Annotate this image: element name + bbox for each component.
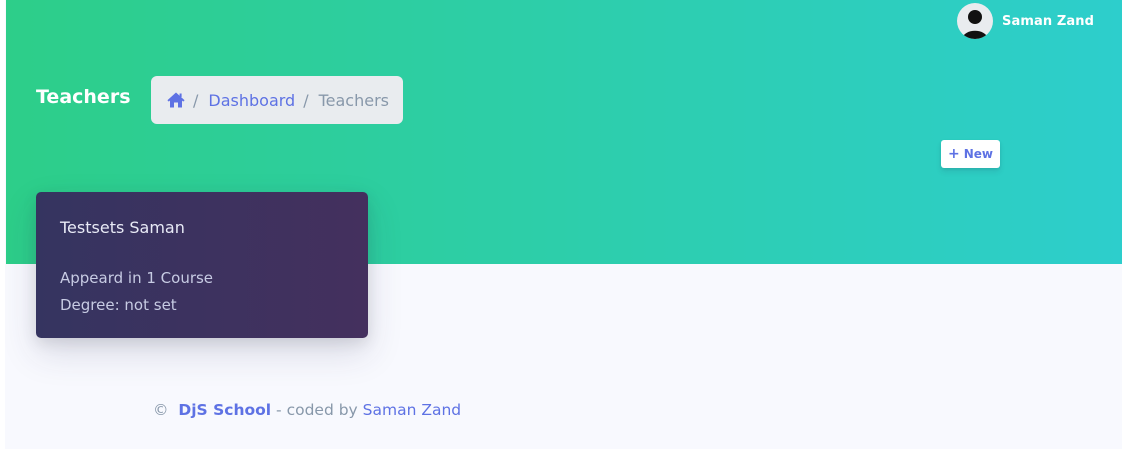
page-title: Teachers [36,86,131,108]
plus-icon: + [947,146,960,162]
avatar[interactable] [957,3,993,39]
breadcrumb-separator: / [303,90,309,110]
footer-brand-link[interactable]: DjS School [178,401,271,419]
app-container: Saman Zand Teachers / Dashboard / Teache… [5,0,1122,449]
breadcrumb-current: Teachers [318,90,389,110]
footer: © DjS School - coded by Saman Zand [153,401,461,419]
breadcrumb-separator: / [193,90,199,110]
teacher-degree: Degree: not set [60,296,177,314]
user-name[interactable]: Saman Zand [1002,14,1094,29]
teacher-course-count: Appeard in 1 Course [60,269,214,287]
teacher-name[interactable]: Testsets Saman [60,218,344,237]
teacher-card[interactable]: Testsets Saman Appeard in 1 Course Degre… [36,192,368,338]
user-menu[interactable]: Saman Zand [957,3,1094,39]
footer-credit-text: - coded by [276,401,358,419]
breadcrumb-dashboard-link[interactable]: Dashboard [208,91,295,110]
copyright-symbol: © [153,401,169,419]
new-teacher-button[interactable]: + New [941,140,1000,168]
breadcrumb: / Dashboard / Teachers [151,76,403,124]
new-button-label: New [963,147,993,161]
home-icon[interactable] [167,92,185,108]
user-avatar-icon [962,10,988,39]
footer-author-link[interactable]: Saman Zand [363,401,461,419]
